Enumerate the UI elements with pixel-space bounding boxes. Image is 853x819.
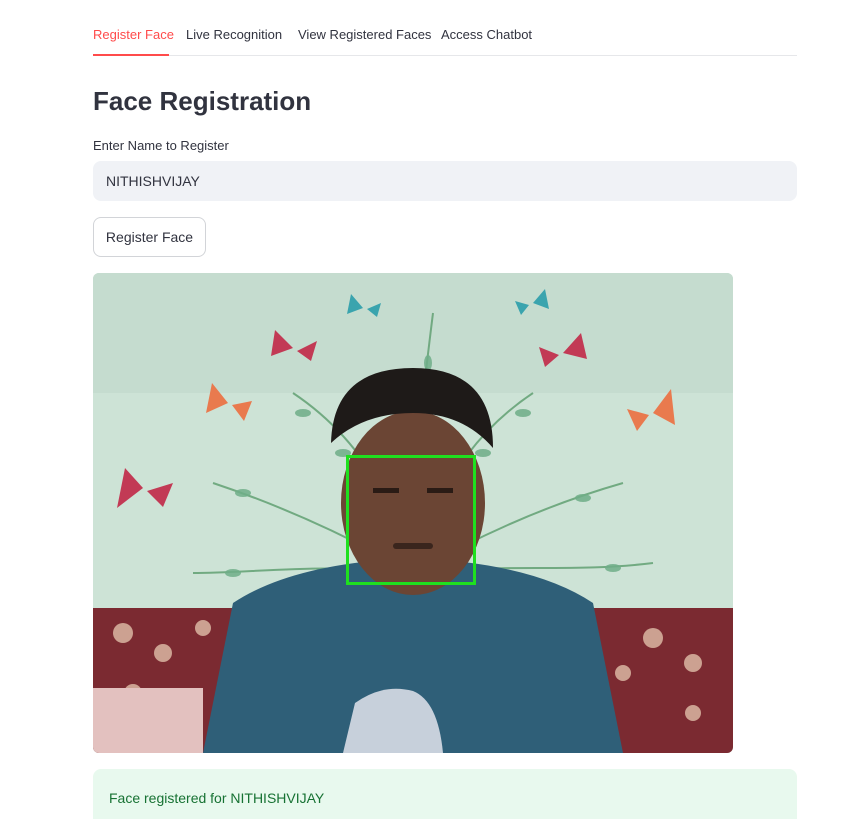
active-tab-indicator xyxy=(93,54,169,56)
name-field-label: Enter Name to Register xyxy=(93,138,229,153)
success-message: Face registered for NITHISHVIJAY xyxy=(93,769,797,819)
app-page: Register Face Live Recognition View Regi… xyxy=(0,0,853,819)
register-face-button[interactable]: Register Face xyxy=(93,217,206,257)
face-detection-box xyxy=(346,455,476,585)
name-input[interactable] xyxy=(93,161,797,201)
camera-feed xyxy=(93,273,733,753)
tab-bar: Register Face Live Recognition View Regi… xyxy=(93,18,797,56)
tab-view-registered-faces[interactable]: View Registered Faces xyxy=(298,27,431,43)
page-title: Face Registration xyxy=(93,86,312,116)
tab-live-recognition[interactable]: Live Recognition xyxy=(186,27,282,43)
tab-register-face[interactable]: Register Face xyxy=(93,27,174,43)
tab-access-chatbot[interactable]: Access Chatbot xyxy=(441,27,532,43)
